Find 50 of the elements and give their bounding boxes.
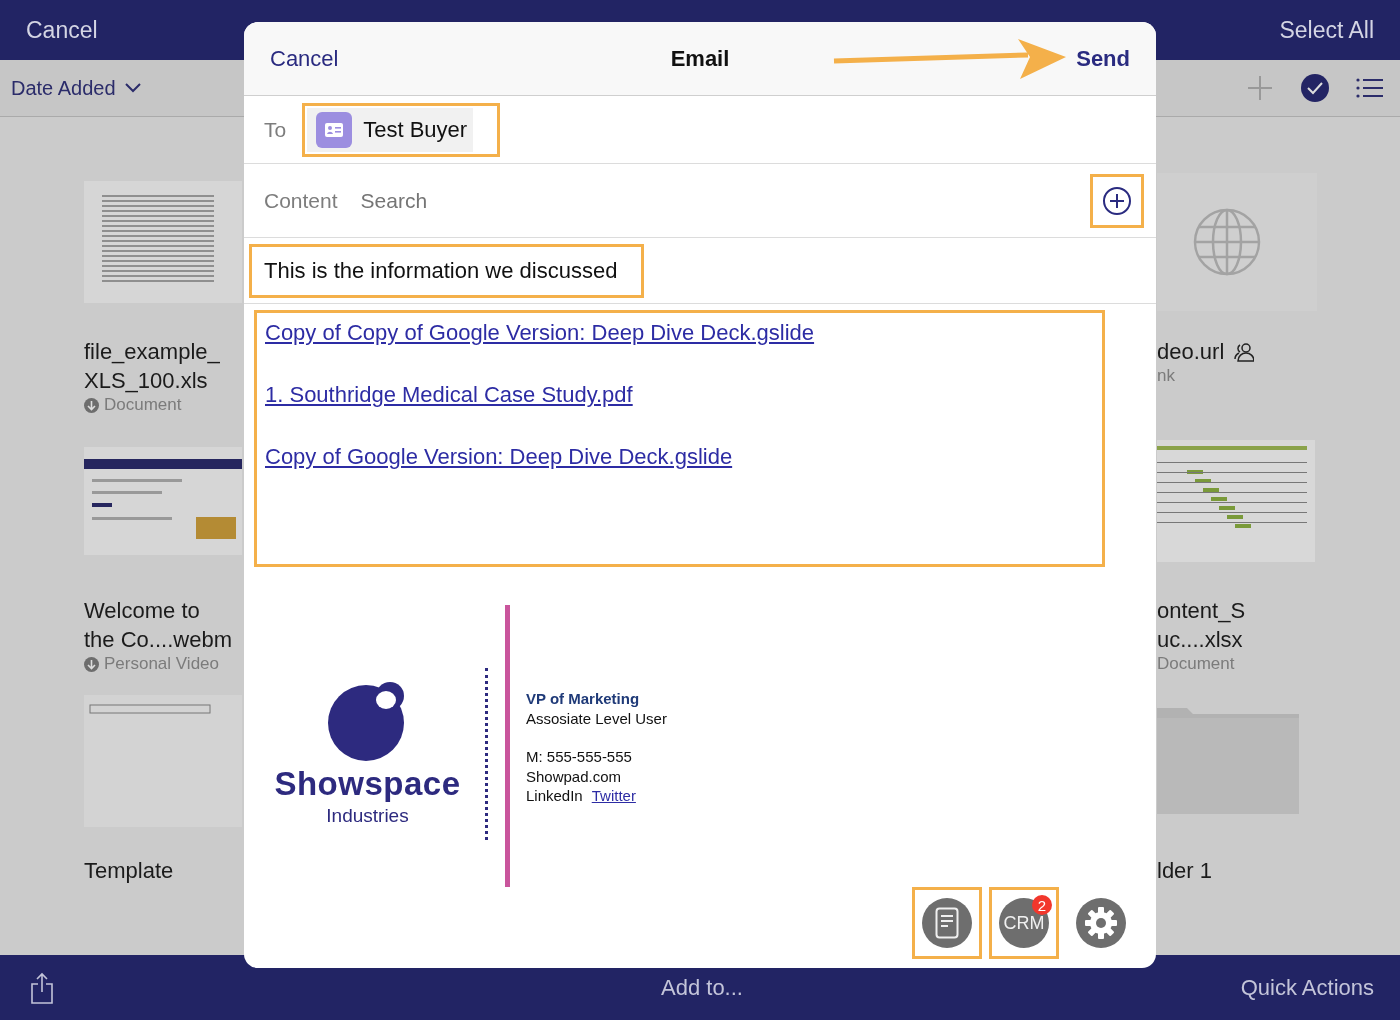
chevron-down-icon (123, 82, 142, 94)
document-icon (935, 907, 959, 939)
company-name: Showspace (274, 765, 461, 803)
settings-icon (1082, 904, 1120, 942)
recipient-chip[interactable]: Test Buyer (307, 107, 474, 152)
job-title: VP of Marketing (526, 689, 641, 709)
settings-button[interactable] (1076, 898, 1126, 948)
company-division: Industries (326, 805, 409, 827)
message-text: This is the information we discussed (263, 256, 619, 285)
cancel-button[interactable]: Cancel (270, 45, 671, 72)
quick-actions-button[interactable]: Quick Actions (1240, 974, 1374, 1001)
website-text: Showpad.com (526, 766, 623, 786)
document-button[interactable] (922, 898, 972, 948)
add-to-button[interactable]: Add to... (661, 974, 743, 1001)
notification-badge: 2 (1032, 895, 1052, 915)
file-type: Document (1157, 654, 1235, 675)
share-icon[interactable] (30, 971, 54, 1004)
content-label: Content (264, 188, 338, 213)
dialog-title: Email (670, 45, 730, 72)
file-type: nk (1157, 366, 1175, 386)
attachment-link[interactable]: Copy of Google Version: Deep Dive Deck.gslide (265, 441, 1094, 472)
linkedin-text: LinkedIn (526, 787, 583, 804)
add-content-button[interactable] (1103, 186, 1131, 215)
plus-icon (1109, 192, 1125, 209)
file-name[interactable]: uc....xlsx (1157, 625, 1243, 655)
sort-dropdown[interactable]: Date Added (11, 76, 142, 100)
attachment-link[interactable]: Copy of Copy of Google Version: Deep Dive Deck.gslide (265, 317, 1094, 348)
file-name[interactable]: Welcome to (84, 596, 200, 626)
file-name[interactable]: file_example_ (84, 337, 220, 366)
select-all-button[interactable]: Select All (1279, 16, 1374, 44)
list-icon[interactable] (1356, 77, 1384, 99)
cancel-button[interactable]: Cancel (26, 16, 98, 44)
phone-text: M: 555-555-555 (526, 747, 633, 767)
file-name[interactable]: the Co....webm (84, 625, 232, 655)
file-type: Personal Video (104, 654, 219, 675)
contact-card-icon (316, 111, 353, 148)
role-text: Assosiate Level User (526, 708, 667, 728)
file-type: Document (104, 395, 182, 415)
attachment-link[interactable]: 1. Southridge Medical Case Study.pdf (265, 379, 1094, 410)
send-button[interactable]: Send (1076, 45, 1130, 72)
file-name[interactable]: ontent_S (1157, 596, 1246, 626)
to-label: To (264, 117, 287, 142)
file-name[interactable]: lder 1 (1157, 855, 1213, 885)
file-name[interactable]: Template (84, 855, 174, 885)
twitter-link[interactable]: Twitter (591, 787, 636, 804)
folder-icon (1157, 707, 1299, 814)
file-name[interactable]: XLS_100.xls (84, 366, 208, 395)
search-field[interactable]: Search (358, 187, 1090, 214)
check-circle-icon[interactable] (1300, 73, 1330, 103)
file-name[interactable]: deo.url (1157, 337, 1225, 366)
